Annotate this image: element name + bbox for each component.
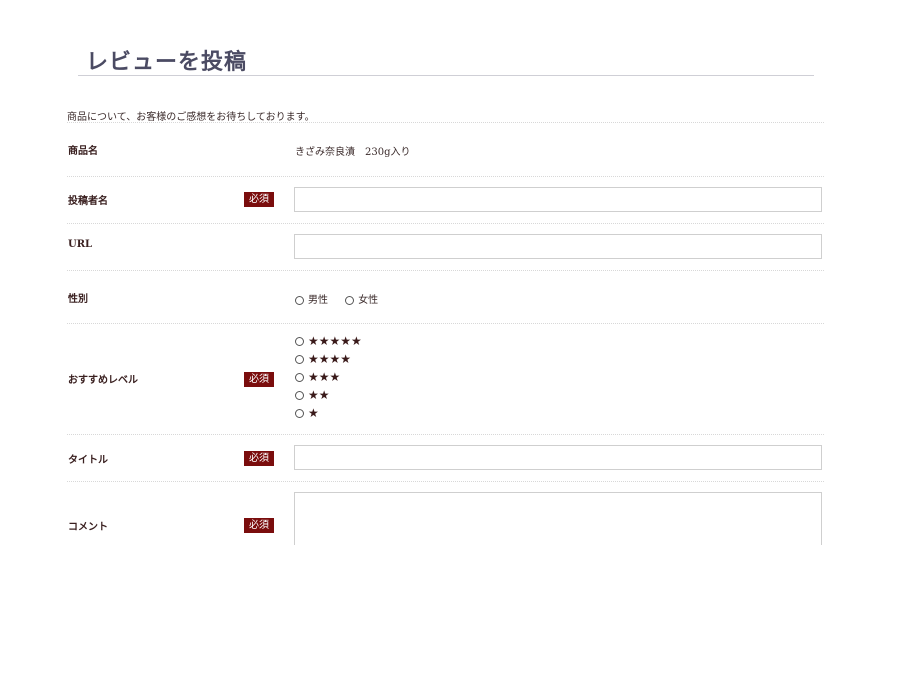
rating-option-1[interactable]: ★ [295,404,362,422]
radio-icon[interactable] [295,337,304,346]
gender-row: 性別 男性 女性 [67,270,824,324]
author-label: 投稿者名 [68,196,108,207]
title-input[interactable] [294,445,822,470]
comment-row: コメント 必須 [67,481,824,545]
radio-icon[interactable] [345,296,355,305]
url-row: URL [67,223,824,271]
required-badge: 必須 [244,518,274,533]
gender-option-male[interactable]: 男性 [295,295,328,306]
radio-icon[interactable] [295,296,304,305]
rating-row: おすすめレベル 必須 ★★★★★ ★★★★ ★★★ ★★ ★ [67,323,824,435]
author-row: 投稿者名 必須 [67,176,824,224]
page-title: レビューを投稿 [86,49,248,75]
radio-icon[interactable] [295,391,304,400]
comment-textarea[interactable] [294,492,822,545]
product-value: きざみ奈良漬 230g入り [295,147,411,158]
product-row: 商品名 きざみ奈良漬 230g入り [67,122,824,177]
rating-option-4[interactable]: ★★★★ [295,350,362,368]
radio-icon[interactable] [295,355,304,364]
required-badge: 必須 [244,451,274,466]
rating-label: おすすめレベル [68,375,138,386]
rating-option-2[interactable]: ★★ [295,386,362,404]
author-input[interactable] [294,187,822,212]
product-label: 商品名 [68,146,98,157]
url-input[interactable] [294,234,822,259]
gender-option-label: 女性 [358,295,379,306]
rating-options: ★★★★★ ★★★★ ★★★ ★★ ★ [295,332,362,422]
gender-option-label: 男性 [308,295,328,306]
comment-label: コメント [68,522,108,533]
rating-option-stars: ★★★ [308,370,341,384]
gender-option-female[interactable]: 女性 [345,295,378,306]
gender-label: 性別 [68,294,88,305]
rating-option-stars: ★ [308,406,319,420]
radio-icon[interactable] [295,373,304,382]
required-badge: 必須 [244,372,274,387]
intro-text: 商品について、お客様のご感想をお待ちしております。 [67,112,315,123]
required-badge: 必須 [244,192,274,207]
rating-option-stars: ★★ [308,388,330,402]
title-row: タイトル 必須 [67,434,824,482]
rating-option-stars: ★★★★★ [308,334,362,348]
rating-option-3[interactable]: ★★★ [295,368,362,386]
rating-option-stars: ★★★★ [308,352,352,366]
gender-options: 男性 女性 [295,291,392,306]
page-title-area: レビューを投稿 [78,40,814,76]
radio-icon[interactable] [295,409,304,418]
url-label: URL [68,239,93,250]
rating-option-5[interactable]: ★★★★★ [295,332,362,350]
title-label: タイトル [68,455,108,466]
